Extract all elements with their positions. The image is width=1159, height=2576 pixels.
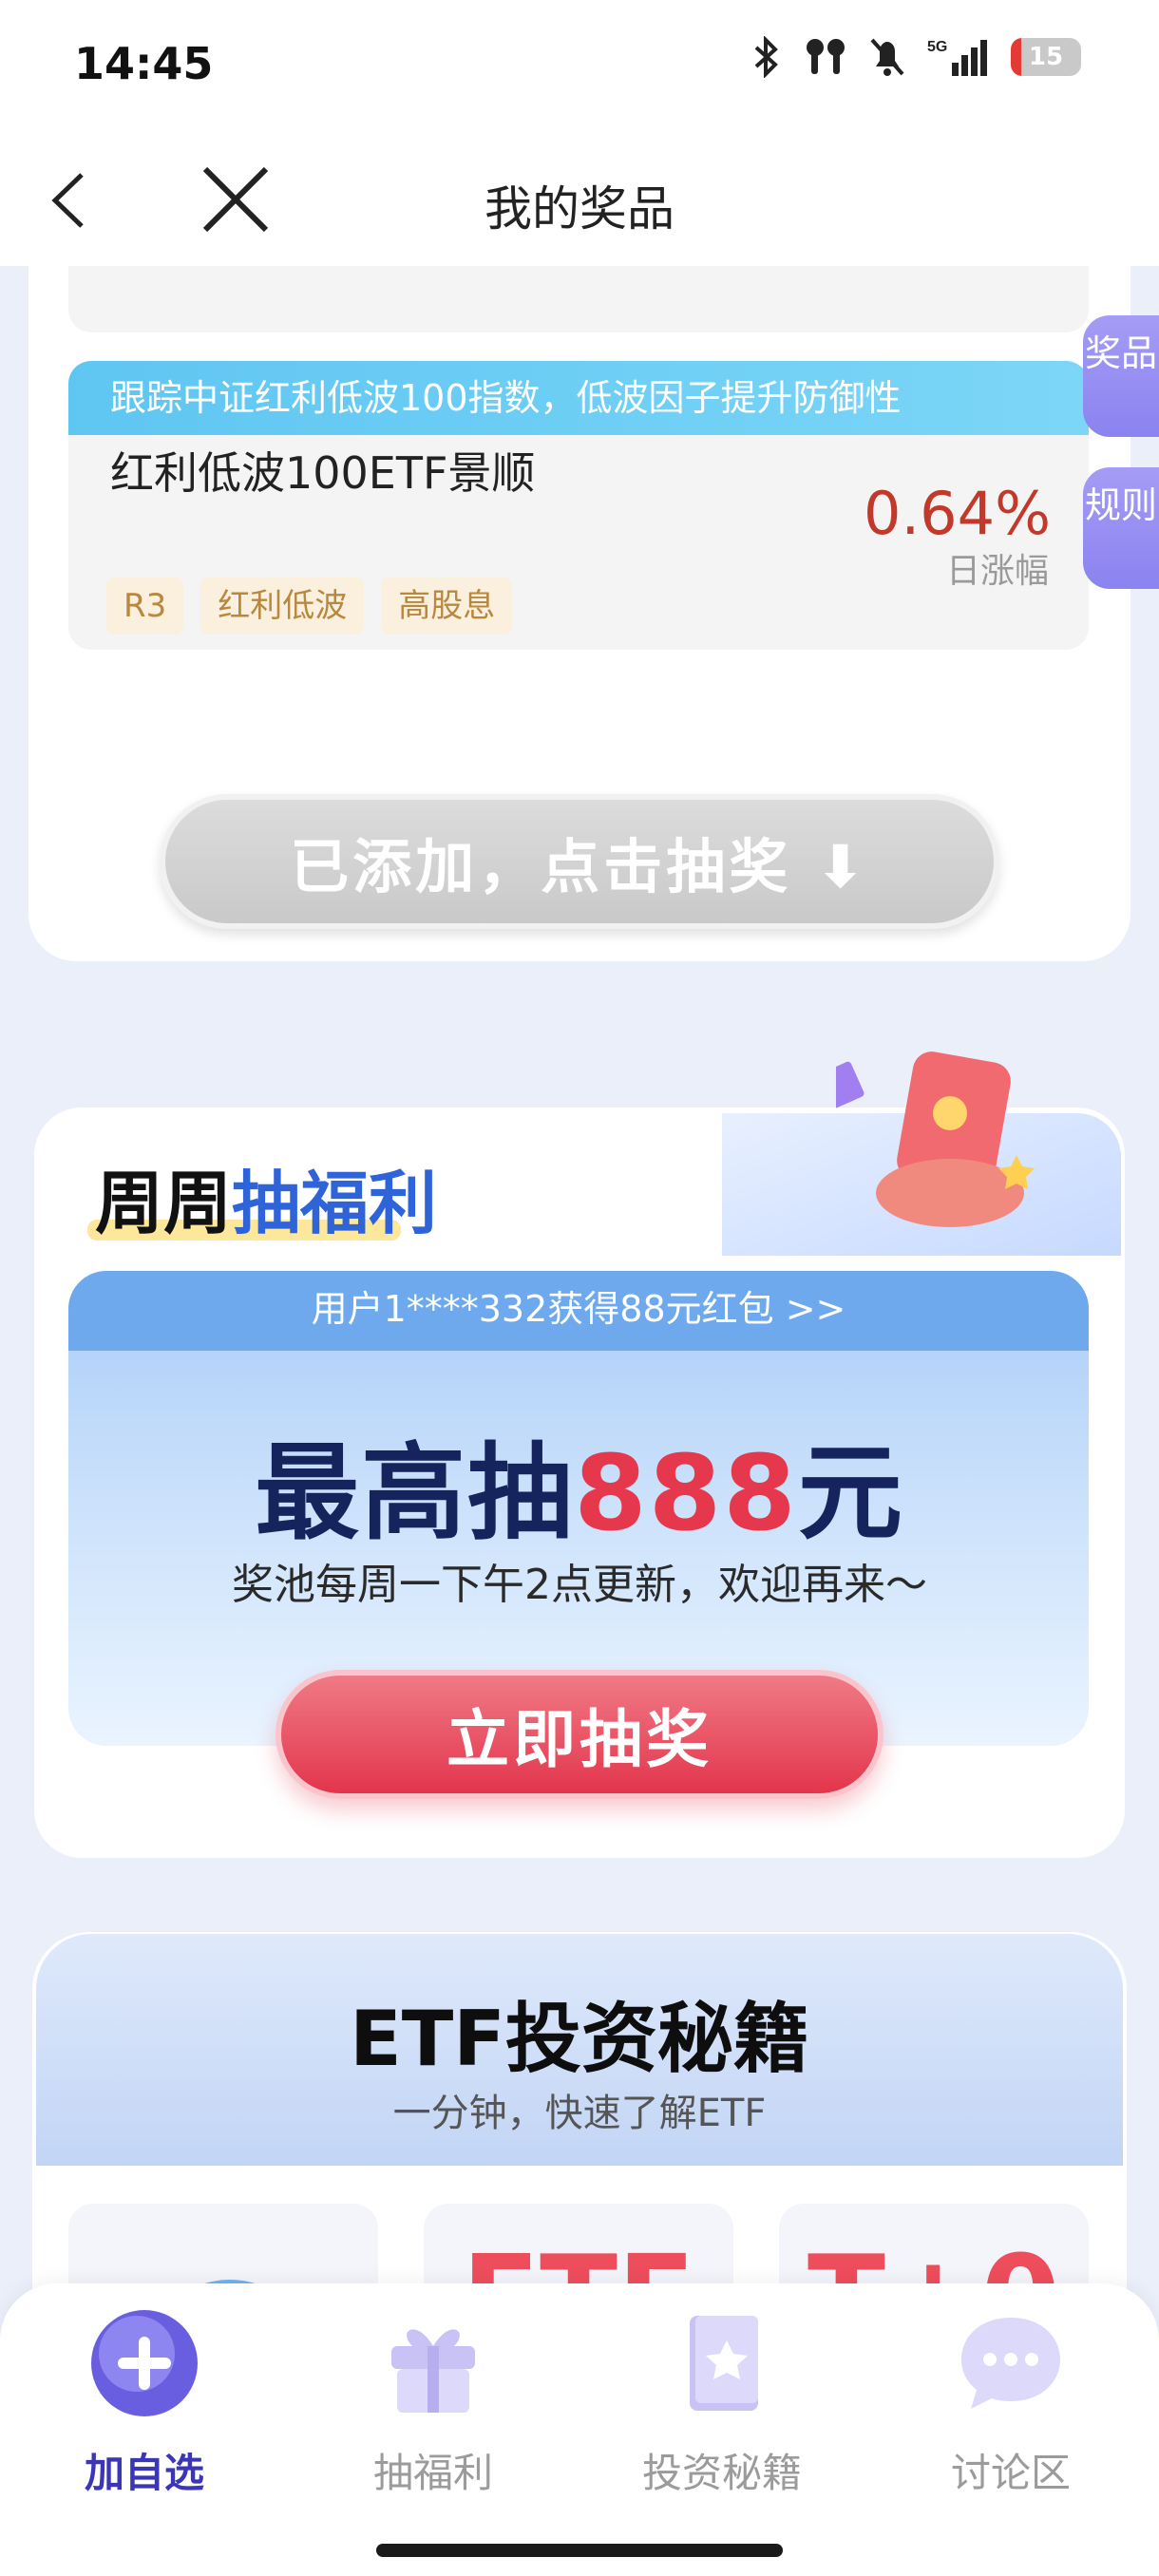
nav-label-discussion: 讨论区 — [950, 2450, 1071, 2496]
prize-prefix: 最高抽 — [255, 1432, 575, 1554]
battery-icon: 15 — [1011, 38, 1081, 76]
mute-bell-icon — [870, 38, 904, 76]
gift-icon — [391, 2329, 475, 2413]
nav-add-watchlist[interactable]: 加自选 — [2, 2308, 287, 2499]
red-envelope-hand-icon — [836, 1051, 1035, 1227]
fund-tag-category: 红利低波 — [200, 578, 365, 635]
fund-tag-risk: R3 — [106, 578, 184, 635]
fund-name: 红利低波100ETF景顺 — [110, 447, 536, 499]
status-time: 14:45 — [74, 38, 214, 89]
battery-level-fill — [1011, 38, 1022, 76]
fund-banner: 跟踪中证红利低波100指数，低波因子提升防御性 — [68, 361, 1089, 435]
lottery-title: 周周抽福利 — [95, 1147, 437, 1247]
nav-discussion[interactable]: 讨论区 — [868, 2308, 1153, 2499]
svg-text:5G: 5G — [927, 39, 947, 55]
prize-suffix: 元 — [797, 1432, 904, 1554]
winner-notice[interactable]: 用户1****332获得88元红包 >> — [68, 1271, 1089, 1351]
page-title: 我的奖品 — [484, 181, 674, 237]
home-indicator[interactable] — [376, 2544, 783, 2557]
draw-now-button[interactable]: 立即抽奖 — [276, 1670, 884, 1799]
prize-pool-note: 奖池每周一下午2点更新，欢迎再来～ — [232, 1561, 927, 1609]
plus-circle-icon — [91, 2310, 198, 2416]
signal-icon: 5G — [927, 39, 987, 76]
fund-change-label: 日涨幅 — [945, 552, 1049, 591]
nav-label-add-watchlist: 加自选 — [84, 2450, 204, 2496]
fund-tags: R3 红利低波 高股息 — [106, 578, 513, 635]
fund-change-percent: 0.64% — [864, 479, 1051, 548]
previous-list-item — [68, 266, 1089, 332]
nav-investment-tips[interactable]: 投资秘籍 — [580, 2308, 864, 2499]
bluetooth-icon — [754, 36, 778, 78]
max-prize-heading: 最高抽888元 — [0, 1408, 1159, 1560]
etf-tips-title: ETF投资秘籍 — [350, 1995, 809, 2083]
side-tab-rules[interactable]: 规则 — [1083, 467, 1159, 589]
nav-label-investment-tips: 投资秘籍 — [641, 2450, 802, 2496]
book-star-icon — [690, 2316, 758, 2411]
nav-lottery[interactable]: 抽福利 — [291, 2308, 576, 2499]
chat-bubble-icon — [961, 2318, 1060, 2409]
nav-label-lottery: 抽福利 — [372, 2450, 493, 2496]
earbuds-icon — [807, 39, 845, 74]
etf-tips-subtitle: 一分钟，快速了解ETF — [392, 2092, 767, 2135]
added-draw-button[interactable]: 已添加，点击抽奖 ⬇ — [160, 794, 999, 929]
status-icons: 5G 15 — [749, 36, 1081, 78]
lottery-title-blue: 抽福利 — [232, 1164, 438, 1243]
lottery-title-black: 周周 — [95, 1164, 233, 1243]
prize-amount: 888 — [574, 1432, 798, 1554]
fund-tag-dividend: 高股息 — [381, 578, 513, 635]
side-tab-prizes[interactable]: 奖品 — [1083, 315, 1159, 437]
battery-level-text: 15 — [1028, 43, 1064, 71]
